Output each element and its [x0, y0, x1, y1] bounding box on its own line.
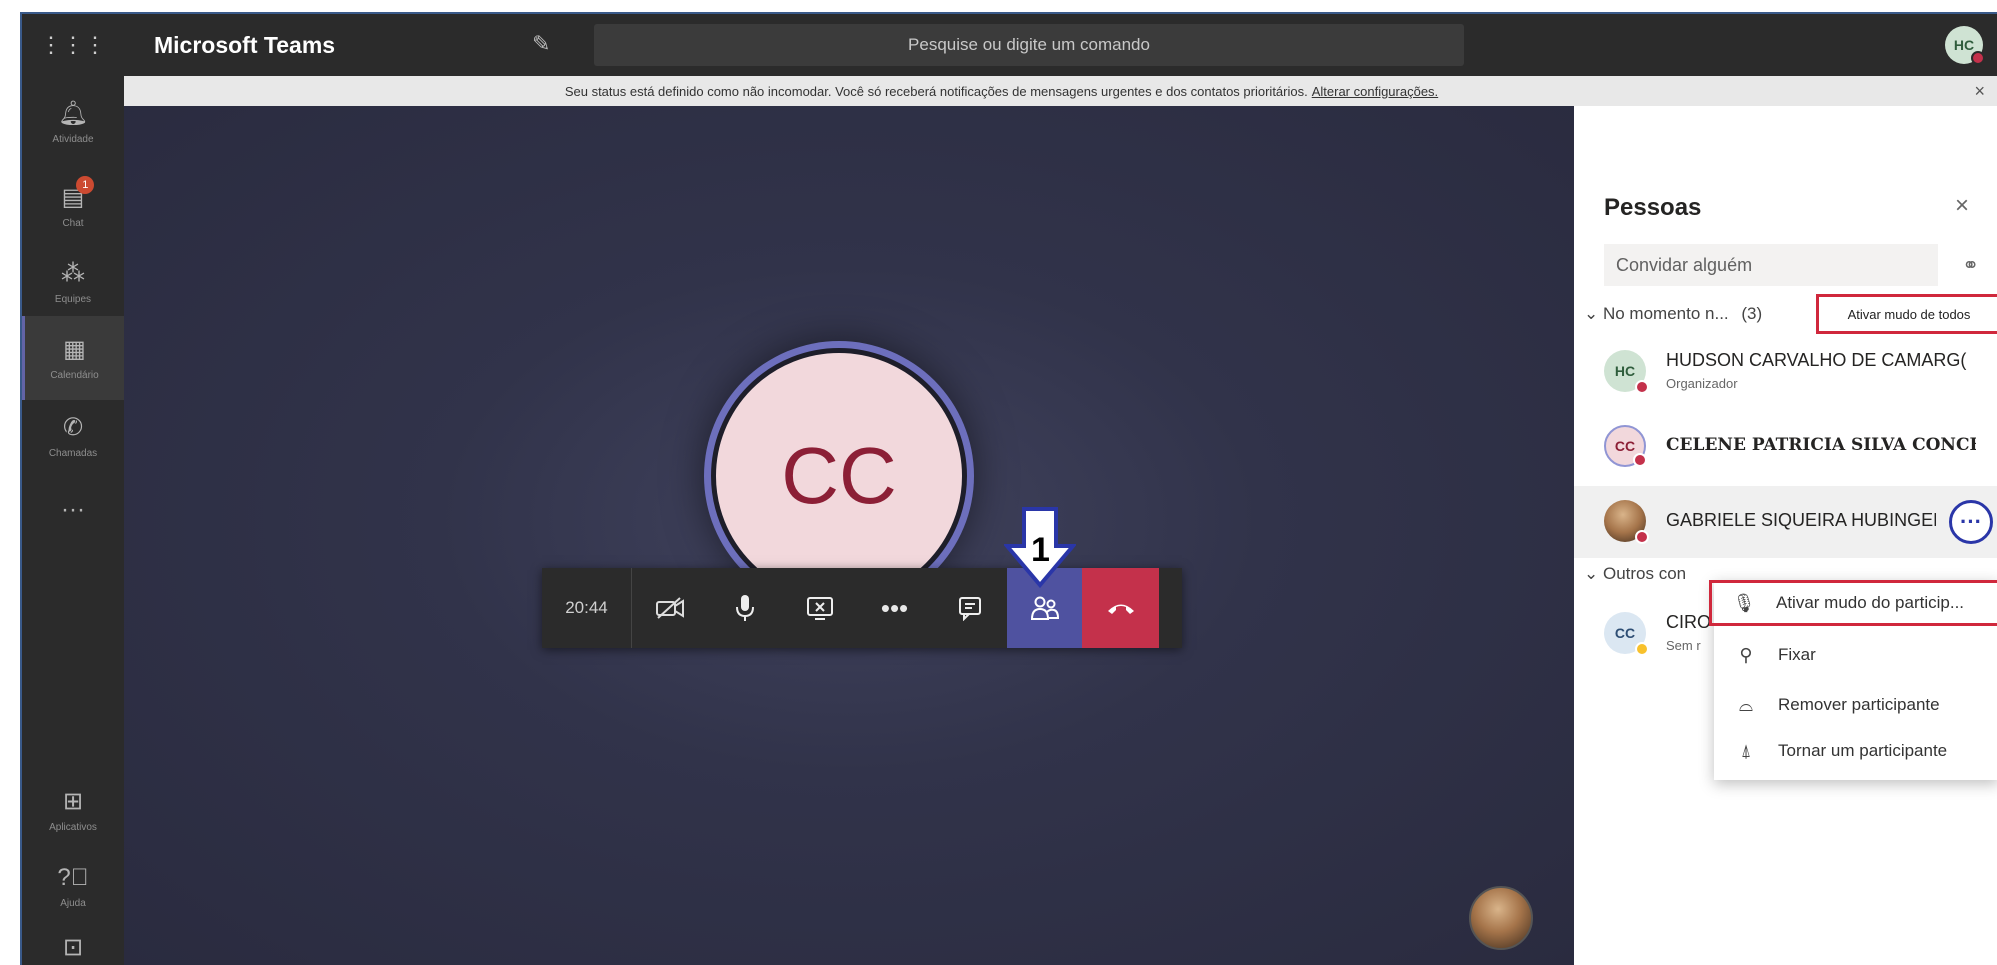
participant-role: Sem r	[1666, 638, 1701, 653]
phone-icon: ✆	[62, 413, 84, 441]
remove-person-icon: ⌓	[1738, 694, 1754, 715]
list-item[interactable]: CC CELENE PATRICIA SILVA CONCEI.	[1574, 411, 1997, 483]
microphone-icon: 🎙︎	[1732, 592, 1756, 613]
people-pane: Pessoas × Convidar alguém ⚭ ⌄ No momento…	[1574, 106, 1997, 965]
rail-label: Aplicativos	[49, 821, 97, 833]
teams-icon: ⁂	[61, 259, 85, 287]
speaker-initials: CC	[711, 348, 967, 604]
others-section-header[interactable]: ⌄ Outros con	[1584, 564, 1686, 584]
section-count: (3)	[1741, 304, 1763, 323]
chat-icon: ▤ 1	[62, 175, 95, 212]
pin-menu-item[interactable]: ⚲ Fixar	[1714, 632, 1997, 678]
rail-item-chat[interactable]: ▤ 1 Chat	[22, 164, 124, 248]
rail-item-activity[interactable]: 🔔︎ Atividade	[22, 80, 124, 164]
new-chat-icon[interactable]: ✎	[532, 31, 550, 57]
avatar: CC	[1604, 612, 1649, 656]
meeting-stage: CC 20:44 ••• 1	[124, 106, 1574, 965]
more-apps-icon: ···	[61, 496, 85, 523]
annotation-label: 1	[1031, 531, 1050, 569]
calendar-icon: ▦	[63, 335, 86, 363]
pane-title: Pessoas	[1604, 194, 1702, 221]
left-rail: 🔔︎ Atividade ▤ 1 Chat ⁂ Equipes ▦ Calendá…	[22, 76, 124, 965]
avatar-initials: CC	[1614, 438, 1636, 454]
hang-up-icon[interactable]	[1082, 568, 1159, 648]
self-video-thumbnail[interactable]	[1469, 886, 1533, 950]
attendee-icon: ⍋	[1740, 740, 1752, 761]
section-label: Outros con	[1602, 564, 1687, 583]
section-label: No momento n...	[1602, 304, 1729, 323]
microphone-icon[interactable]	[707, 568, 782, 648]
participant-name: GABRIELE SIQUEIRA HUBINGER	[1666, 510, 1936, 530]
list-item[interactable]: GABRIELE SIQUEIRA HUBINGER ···	[1574, 486, 1997, 558]
close-icon[interactable]: ×	[1955, 192, 1969, 220]
rail-label: Chamadas	[48, 447, 98, 459]
rail-item-more[interactable]: ···	[22, 468, 124, 552]
avatar-initials: HC	[1953, 37, 1975, 53]
teams-window: ⋮⋮⋮ Microsoft Teams ✎ Pesquise ou digite…	[20, 12, 1997, 965]
rail-item-calls[interactable]: ✆ Chamadas	[22, 394, 124, 478]
change-settings-link[interactable]: Alterar configurações.	[1312, 84, 1438, 99]
chat-icon[interactable]	[932, 568, 1007, 648]
chat-badge: 1	[76, 175, 95, 194]
current-section-header[interactable]: ⌄ No momento n... (3)	[1584, 304, 1762, 324]
rail-item-download[interactable]: ⊡	[22, 906, 124, 965]
chevron-down-icon: ⌄	[1584, 304, 1603, 323]
menu-item-label: Tornar um participante	[1778, 741, 1948, 760]
pin-icon: ⚲	[1739, 644, 1753, 665]
status-dnd-icon	[1635, 530, 1649, 544]
top-bar: ⋮⋮⋮ Microsoft Teams ✎ Pesquise ou digite…	[22, 14, 1997, 76]
invite-input[interactable]: Convidar alguém	[1604, 244, 1938, 286]
bell-icon: 🔔︎	[57, 99, 89, 127]
mute-participant-menu-item[interactable]: 🎙︎ Ativar mudo do particip...	[1709, 580, 1997, 626]
stop-sharing-icon[interactable]	[782, 568, 857, 648]
status-dnd-icon	[1971, 51, 1985, 65]
list-item[interactable]: HC HUDSON CARVALHO DE CAMARG( Organizado…	[1574, 336, 1997, 408]
rail-item-teams[interactable]: ⁂ Equipes	[22, 240, 124, 324]
rail-label: Atividade	[52, 133, 94, 145]
more-options-icon[interactable]: ···	[1949, 500, 1993, 544]
status-away-icon	[1635, 642, 1649, 656]
avatar-initials: HC	[1614, 363, 1636, 379]
close-icon[interactable]: ×	[1974, 81, 1985, 102]
help-icon: ?⃝	[57, 863, 89, 891]
rail-label: Equipes	[54, 293, 92, 305]
menu-item-label: Ativar mudo do particip...	[1776, 593, 1965, 612]
menu-item-label: Fixar	[1778, 645, 1816, 664]
apps-icon: ⊞	[62, 787, 84, 815]
make-attendee-menu-item[interactable]: ⍋ Tornar um participante	[1714, 728, 1997, 774]
participant-role: Organizador	[1666, 376, 1738, 391]
call-duration: 20:44	[542, 568, 632, 648]
participant-name: HUDSON CARVALHO DE CAMARG(	[1666, 350, 1967, 370]
call-controls: 20:44 •••	[542, 568, 1182, 648]
download-icon: ⊡	[62, 934, 84, 961]
chevron-down-icon: ⌄	[1584, 564, 1603, 583]
avatar[interactable]: HC	[1945, 26, 1985, 65]
participant-name: CELENE PATRICIA SILVA CONCEI.	[1666, 435, 1976, 455]
status-dnd-icon	[1635, 380, 1649, 394]
avatar: CC	[1604, 425, 1647, 467]
mute-all-button[interactable]: Ativar mudo de todos	[1816, 294, 1997, 334]
more-actions-icon[interactable]: •••	[857, 568, 932, 648]
avatar	[1604, 500, 1649, 544]
search-input[interactable]: Pesquise ou digite um comando	[594, 24, 1464, 66]
avatar-initials: CC	[1614, 625, 1636, 641]
rail-item-calendar[interactable]: ▦ Calendário	[22, 316, 124, 400]
participant-context-menu: 🎙︎ Ativar mudo do particip... ⚲ Fixar ⌓ …	[1709, 580, 1997, 780]
avatar: HC	[1604, 350, 1649, 394]
menu-item-label: Remover participante	[1778, 695, 1940, 714]
status-notice-bar: Seu status está definido como não incomo…	[124, 76, 1997, 106]
status-dnd-icon	[1633, 453, 1647, 467]
camera-off-icon[interactable]	[632, 568, 707, 648]
rail-item-apps[interactable]: ⊞ Aplicativos	[22, 768, 124, 852]
share-link-icon[interactable]: ⚭	[1962, 253, 1979, 278]
notice-text: Seu status está definido como não incomo…	[564, 83, 1308, 99]
app-launcher-icon[interactable]: ⋮⋮⋮	[22, 14, 124, 76]
app-title: Microsoft Teams	[154, 32, 336, 58]
rail-label: Calendário	[50, 369, 99, 381]
rail-label: Chat	[62, 217, 84, 229]
remove-participant-menu-item[interactable]: ⌓ Remover participante	[1714, 682, 1997, 728]
